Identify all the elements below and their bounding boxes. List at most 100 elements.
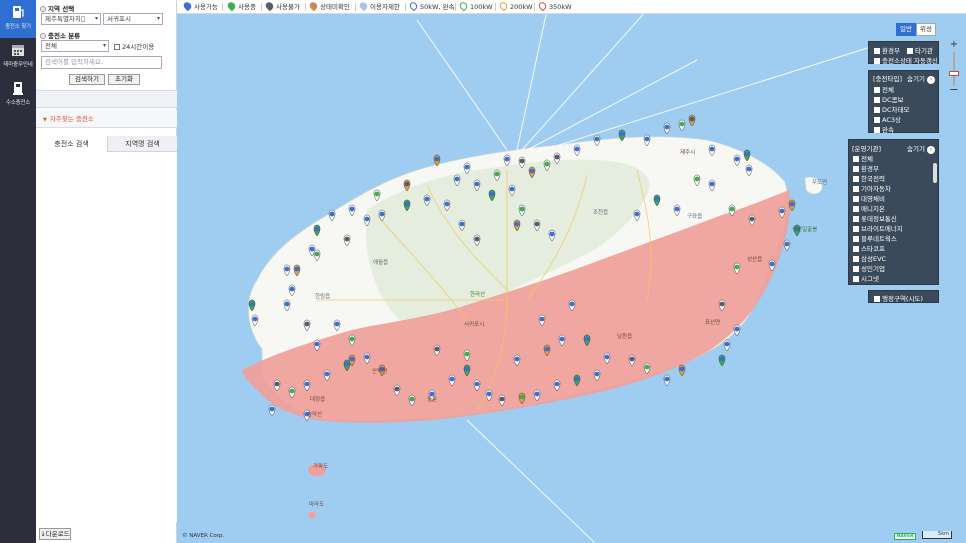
operator-option[interactable]: 블루네트웍스 (853, 233, 897, 243)
filter-other-org[interactable]: 타기관 (907, 45, 933, 55)
checkbox-checked-icon[interactable] (874, 48, 880, 54)
filter-ministry[interactable]: 환경부 (874, 45, 900, 55)
operator-option[interactable]: 매니지온 (853, 203, 885, 213)
open24-checkbox[interactable]: 24시간이용 (114, 41, 154, 51)
station-marker[interactable] (783, 239, 791, 252)
checkbox-icon[interactable] (853, 176, 859, 182)
legend-unknown[interactable]: 상태미확인 (308, 0, 350, 12)
charger-type-option[interactable]: DC콤보 (874, 94, 904, 104)
checkbox-icon[interactable] (853, 196, 859, 202)
marker-core (746, 166, 752, 172)
nav-theme[interactable]: 테마충무인네 (0, 38, 36, 76)
search-input[interactable]: 검색어를 입력하세요. (41, 56, 162, 69)
download-button[interactable]: ↓다운로드 (39, 528, 71, 540)
legend-50kw[interactable]: 50kW, 완속 (408, 0, 455, 12)
operator-option[interactable]: 시그넷 (853, 273, 879, 283)
checkbox-checked-icon[interactable] (874, 107, 880, 113)
checkbox-checked-icon[interactable] (874, 87, 880, 93)
operator-hide[interactable]: 숨기기 › (907, 143, 936, 154)
operator-option[interactable]: 성민기업 (853, 263, 885, 273)
checkbox-icon[interactable] (853, 156, 859, 162)
checkbox-checked-icon[interactable] (874, 97, 880, 103)
checkbox-checked-icon[interactable] (874, 117, 880, 123)
charger-type-option[interactable]: DC차데모 (874, 104, 909, 114)
legend-restricted[interactable]: 이용자제한 (358, 0, 400, 12)
chevron-right-icon: › (927, 146, 936, 154)
checkbox-checked-icon[interactable] (874, 127, 880, 133)
charger-type-hide[interactable]: 숨기기 › (907, 73, 936, 84)
zoom-track[interactable] (953, 52, 955, 86)
legend-100kw[interactable]: 100kW (458, 0, 493, 12)
marker-core (309, 246, 315, 252)
checkbox-icon[interactable] (853, 236, 859, 242)
operator-scrollbar[interactable] (933, 163, 937, 183)
station-marker[interactable] (678, 119, 686, 132)
checkbox-icon[interactable] (853, 186, 859, 192)
station-marker[interactable] (678, 364, 686, 377)
station-marker[interactable] (733, 324, 741, 337)
province-select[interactable]: 제주특별자치  ▾ (41, 13, 101, 25)
favorite-stations-toggle[interactable]: ▼ 자주찾는 충전소 (36, 110, 177, 128)
auto-refresh-toggle[interactable]: 충전소상태 자동갱신 (874, 55, 938, 65)
operator-option[interactable]: 삼성EVC (853, 253, 886, 263)
operator-option[interactable]: 롯데정보통신 (853, 213, 897, 223)
marker-core (284, 266, 290, 272)
charger-type-option[interactable]: 완속 (874, 124, 894, 134)
checkbox-icon[interactable] (853, 276, 859, 282)
operator-option[interactable]: 전체 (853, 153, 873, 163)
station-marker[interactable] (723, 339, 731, 352)
legend-350kw[interactable]: 350kW (537, 0, 572, 12)
marker-core (554, 381, 560, 387)
checkbox-icon[interactable] (853, 216, 859, 222)
checkbox-icon[interactable] (874, 58, 880, 64)
operator-option[interactable]: 브라이트에너지 (853, 223, 903, 233)
marker-core (424, 196, 430, 202)
legend-in-use[interactable]: 사용중 (226, 0, 256, 12)
checkbox-icon[interactable] (853, 226, 859, 232)
nav-find-station[interactable]: 충전소 찾기 (0, 0, 36, 38)
checkbox-checked-icon[interactable] (853, 166, 859, 172)
city-select[interactable]: 서귀포시 ▾ (103, 13, 163, 25)
checkbox-icon[interactable] (853, 266, 859, 272)
admin-area-toggle[interactable]: 행정구역(시도) (868, 290, 939, 303)
checkbox-icon[interactable] (853, 246, 859, 252)
station-marker[interactable] (718, 354, 726, 367)
operator-option[interactable]: 한국전력 (853, 173, 885, 183)
station-marker[interactable] (268, 404, 276, 417)
zoom-handle[interactable] (949, 71, 959, 76)
legend-200kw[interactable]: 200kW (498, 0, 533, 12)
marker-core (784, 241, 790, 247)
checkbox-icon[interactable] (907, 48, 913, 54)
operator-option[interactable]: 대영채비 (853, 193, 885, 203)
marker-core (499, 396, 505, 402)
checkbox-icon[interactable] (114, 44, 120, 50)
search-button[interactable]: 검색하기 (69, 74, 105, 85)
legend-unavailable[interactable]: 사용불가 (264, 0, 300, 12)
operator-option[interactable]: 기아자동차 (853, 183, 891, 193)
legend-available[interactable]: 사용가능 (182, 0, 218, 12)
reset-button[interactable]: 초기화 (108, 74, 140, 85)
zoom-in-button[interactable]: + (949, 40, 959, 50)
marker-core (709, 146, 715, 152)
marker-core (544, 161, 550, 167)
checkbox-icon[interactable] (853, 256, 859, 262)
station-marker[interactable] (663, 374, 671, 387)
zoom-out-button[interactable]: − (949, 84, 959, 96)
legend-divider (405, 3, 406, 11)
tab-station-search[interactable]: 충전소 검색 (36, 136, 107, 152)
search-tabs: 충전소 검색 지역명 검색 (36, 136, 177, 152)
category-select[interactable]: 전체 ▾ (41, 40, 109, 52)
operator-option[interactable]: 환경부 (853, 163, 879, 173)
charger-type-option[interactable]: 전체 (874, 84, 894, 94)
checkbox-icon[interactable] (874, 296, 880, 302)
map-type-normal[interactable]: 일반 (896, 23, 916, 36)
tab-region-search[interactable]: 지역명 검색 (107, 136, 177, 152)
station-marker[interactable] (688, 114, 696, 127)
map-type-satellite[interactable]: 위성 (916, 23, 936, 36)
charger-type-option[interactable]: AC3상 (874, 114, 901, 124)
operator-option[interactable]: 스타코프 (853, 243, 885, 253)
nav-hydrogen[interactable]: 수소충전소 (0, 76, 36, 114)
station-marker[interactable] (663, 122, 671, 135)
charger-type-label: 전체 (882, 86, 894, 94)
checkbox-icon[interactable] (853, 206, 859, 212)
